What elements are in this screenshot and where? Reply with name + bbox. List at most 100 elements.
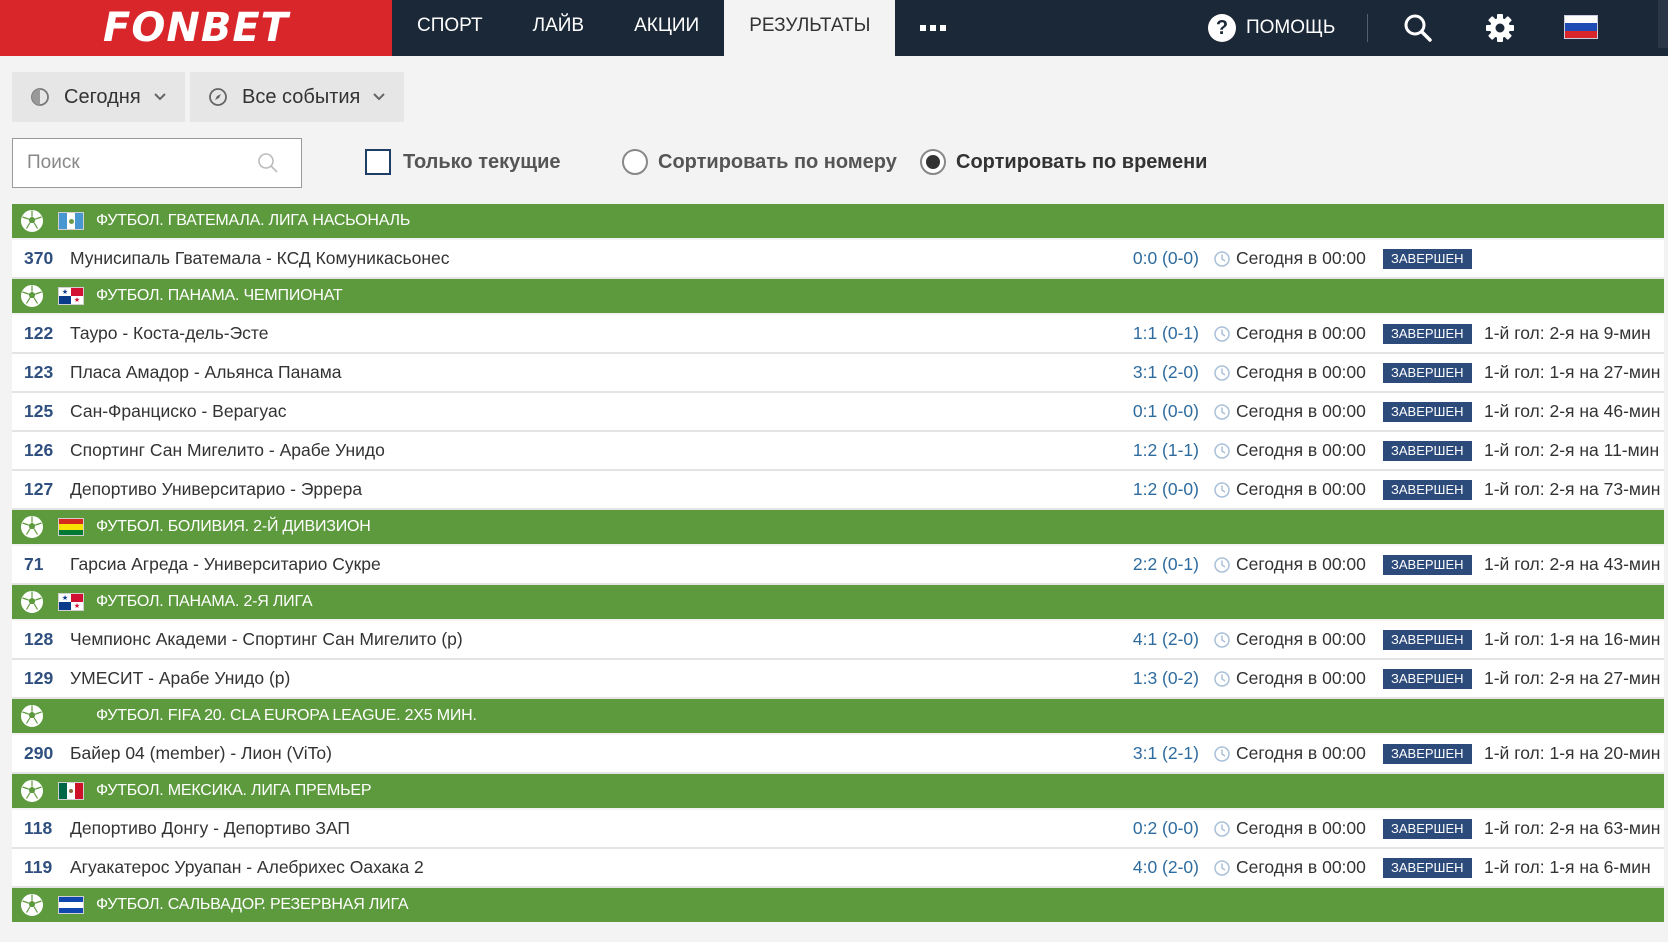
match-teams[interactable]: УМЕСИТ - Арабе Унидо (р) [70,668,290,689]
match-score[interactable]: 1:1 (0-1) [1133,323,1199,344]
status-badge: ЗАВЕРШЕН [1383,629,1472,650]
match-number: 128 [24,629,54,649]
status-badge: ЗАВЕРШЕН [1383,362,1472,383]
match-score[interactable]: 4:1 (2-0) [1133,629,1199,650]
russian-flag-icon[interactable] [1564,15,1598,39]
match-score[interactable]: 1:2 (1-1) [1133,440,1199,461]
tab-sport[interactable]: СПОРТ [392,0,508,56]
search-input[interactable] [27,152,257,174]
match-row[interactable]: 71 Гарсиа Агреда - Университарио Сукре 2:2… [12,546,1664,585]
match-score[interactable]: 2:2 (0-1) [1133,554,1199,575]
clock-icon [1214,631,1230,648]
match-teams[interactable]: Байер 04 (member) - Лион (ViTo) [70,743,332,764]
soccer-ball-icon [21,210,43,232]
match-number: 370 [24,248,54,268]
league-header[interactable]: ФУТБОЛ. БОЛИВИЯ. 2-Й ДИВИЗИОН [12,510,1664,544]
sort-by-time-radio[interactable]: Сортировать по времени [920,149,1207,175]
league-header[interactable]: ★ ★ ФУТБОЛ. ПАНАМА. ЧЕМПИОНАТ [12,279,1664,313]
match-score[interactable]: 3:1 (2-0) [1133,362,1199,383]
match-teams[interactable]: Мунисипаль Гватемала - КСД Комуникасьоне… [70,248,449,269]
tab-results[interactable]: РЕЗУЛЬТАТЫ [724,0,896,56]
match-number: 125 [24,401,54,421]
soccer-ball-icon [21,285,43,307]
header-divider [1367,14,1368,42]
radio-circle[interactable] [622,149,648,175]
match-teams[interactable]: Пласа Амадор - Альянса Панама [70,362,342,383]
question-icon: ? [1208,14,1236,42]
status-badge: ЗАВЕРШЕН [1383,743,1472,764]
radio-circle-selected[interactable] [920,149,946,175]
more-menu-icon[interactable] [895,0,971,56]
first-goal-info: 1-й гол: 2-я на 46-мин [1484,401,1661,421]
match-teams[interactable]: Спортинг Сан Мигелито - Арабе Унидо [70,440,385,461]
league-header[interactable]: ФУТБОЛ. FIFA 20. CLA EUROPA LEAGUE. 2X5 … [12,699,1664,733]
events-dropdown[interactable]: Все события [190,72,405,122]
help-button[interactable]: ? ПОМОЩЬ [1208,0,1335,56]
league-name: ФУТБОЛ. БОЛИВИЯ. 2-Й ДИВИЗИОН [96,518,371,535]
league-name: ФУТБОЛ. ГВАТЕМАЛА. ЛИГА НАСЬОНАЛЬ [96,212,411,229]
only-current-checkbox[interactable]: Только текущие [365,149,561,175]
status-badge: ЗАВЕРШЕН [1383,479,1472,500]
match-teams[interactable]: Депортиво Донгу - Депортиво ЗАП [70,818,350,839]
match-row[interactable]: 129 УМЕСИТ - Арабе Унидо (р) 1:3 (0-2) Сего… [12,660,1664,699]
match-row[interactable]: 123 Пласа Амадор - Альянса Панама 3:1 (2-0… [12,354,1664,393]
sort-by-number-radio[interactable]: Сортировать по номеру [622,149,897,175]
match-score[interactable]: 4:0 (2-0) [1133,857,1199,878]
salvador-flag-icon [58,896,84,914]
match-row[interactable]: 128 Чемпионс Академи - Спортинг Сан Мигел… [12,621,1664,660]
main-nav: СПОРТ ЛАЙВ АКЦИИ РЕЗУЛЬТАТЫ [392,0,971,56]
match-score[interactable]: 1:3 (0-2) [1133,668,1199,689]
match-score[interactable]: 0:1 (0-0) [1133,401,1199,422]
league-header[interactable]: ★ ★ ФУТБОЛ. ПАНАМА. 2-Я ЛИГА [12,585,1664,619]
date-dropdown[interactable]: Сегодня [12,72,185,122]
league-name: ФУТБОЛ. FIFA 20. CLA EUROPA LEAGUE. 2X5 … [96,707,477,724]
tab-live[interactable]: ЛАЙВ [508,0,609,56]
match-row[interactable]: 290 Байер 04 (member) - Лион (ViTo) 3:1 (2… [12,735,1664,774]
league-header[interactable]: ФУТБОЛ. САЛЬВАДОР. РЕЗЕРВНАЯ ЛИГА [12,888,1664,922]
fonbet-logo[interactable]: FONBET [0,0,392,56]
sort-by-time-label: Сортировать по времени [956,150,1208,173]
match-row[interactable]: 126 Спортинг Сан Мигелито - Арабе Унидо 1:… [12,432,1664,471]
search-icon[interactable] [257,152,279,174]
clock-icon [1214,442,1230,459]
match-teams[interactable]: Агуакатерос Уруапан - Алебрихес Оахака 2 [70,857,424,878]
match-score[interactable]: 0:2 (0-0) [1133,818,1199,839]
match-row[interactable]: 119 Агуакатерос Уруапан - Алебрихес Оахак… [12,849,1664,888]
match-row[interactable]: 127 Депортиво Университарио - Эррера 1:2 (… [12,471,1664,510]
match-teams[interactable]: Тауро - Коста-дель-Эсте [70,323,268,344]
clock-icon [1214,325,1230,342]
match-score[interactable]: 1:2 (0-0) [1133,479,1199,500]
match-score[interactable]: 0:0 (0-0) [1133,248,1199,269]
match-row[interactable]: 118 Депортиво Донгу - Депортиво ЗАП 0:2 (0… [12,810,1664,849]
match-teams[interactable]: Депортиво Университарио - Эррера [70,479,362,500]
status-badge: ЗАВЕРШЕН [1383,554,1472,575]
match-score[interactable]: 3:1 (2-1) [1133,743,1199,764]
match-row[interactable]: 122 Тауро - Коста-дель-Эсте 1:1 (0-1) Сегод… [12,315,1664,354]
match-teams[interactable]: Гарсиа Агреда - Университарио Сукре [70,554,381,575]
first-goal-info: 1-й гол: 2-я на 27-мин [1484,668,1661,688]
sort-by-number-label: Сортировать по номеру [658,150,897,173]
mexico-flag-icon [58,782,84,800]
gear-icon[interactable] [1484,12,1516,44]
first-goal-info: 1-й гол: 2-я на 73-мин [1484,479,1661,499]
checkbox-box[interactable] [365,149,391,175]
search-icon[interactable] [1402,12,1434,44]
match-teams[interactable]: Сан-Франциско - Верагуас [70,401,286,422]
tab-promotions[interactable]: АКЦИИ [609,0,724,56]
league-header[interactable]: ФУТБОЛ. МЕКСИКА. ЛИГА ПРЕМЬЕР [12,774,1664,808]
match-time: Сегодня в 00:00 [1236,248,1366,268]
first-goal-info: 1-й гол: 1-я на 27-мин [1484,362,1661,382]
league-header[interactable]: ФУТБОЛ. ГВАТЕМАЛА. ЛИГА НАСЬОНАЛЬ [12,204,1664,238]
match-teams[interactable]: Чемпионс Академи - Спортинг Сан Мигелито… [70,629,463,650]
match-time: Сегодня в 00:00 [1236,323,1366,343]
status-badge: ЗАВЕРШЕН [1383,248,1472,269]
match-row[interactable]: 370 Мунисипаль Гватемала - КСД Комуникась… [12,240,1664,279]
first-goal-info: 1-й гол: 2-я на 11-мин [1484,440,1660,460]
match-row[interactable]: 125 Сан-Франциско - Верагуас 0:1 (0-0) Сего… [12,393,1664,432]
match-number: 290 [24,743,54,763]
soccer-ball-icon [21,894,43,916]
bolivia-flag-icon [58,518,84,536]
first-goal-info: 1-й гол: 2-я на 63-мин [1484,818,1661,838]
first-goal-info: 1-й гол: 2-я на 9-мин [1484,323,1651,343]
league-name: ФУТБОЛ. ПАНАМА. ЧЕМПИОНАТ [96,287,343,304]
